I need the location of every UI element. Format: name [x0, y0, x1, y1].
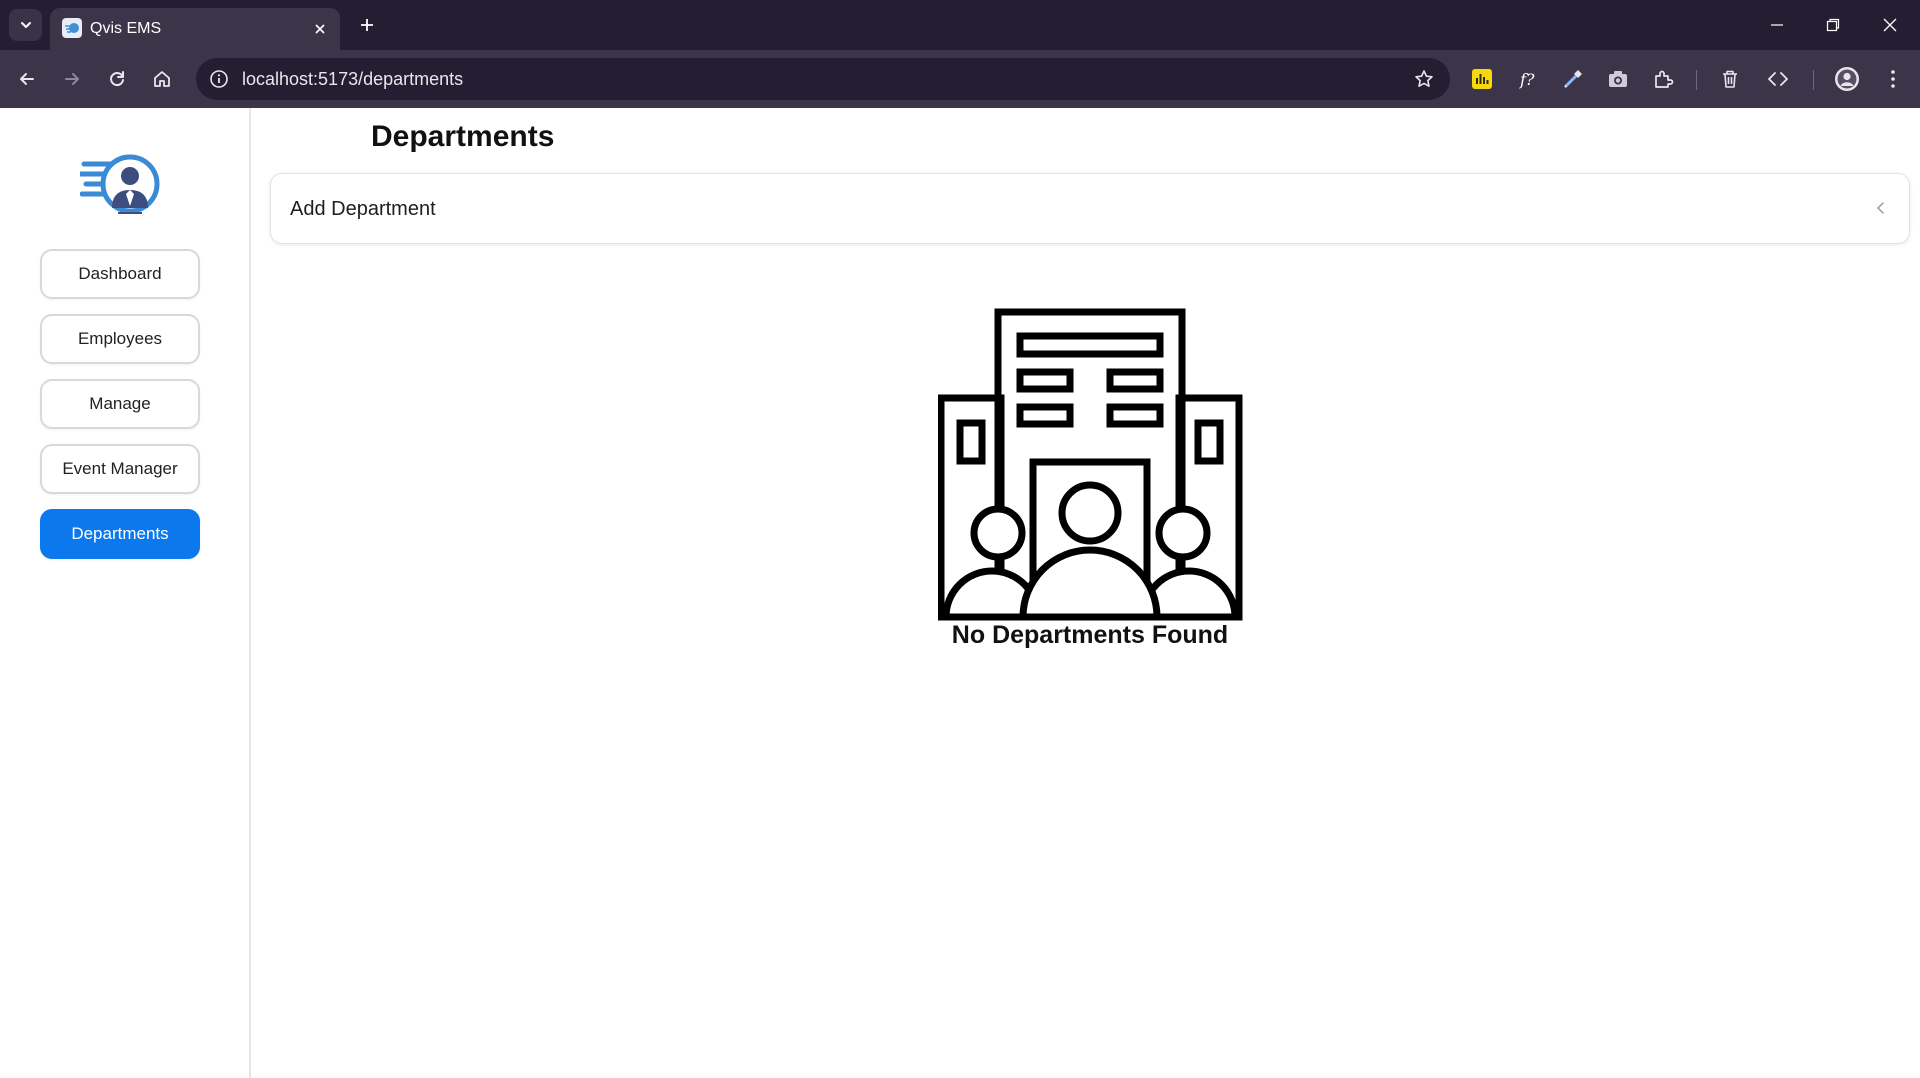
sidebar: Dashboard Employees Manage Event Manager…	[0, 108, 251, 1078]
app-favicon-icon	[62, 18, 82, 38]
chevron-down-icon	[20, 22, 31, 28]
tab-close-icon[interactable]	[308, 17, 332, 41]
profile-avatar-icon[interactable]	[1832, 64, 1862, 94]
ems-logo-icon[interactable]	[77, 150, 164, 220]
home-button[interactable]	[145, 62, 179, 96]
reload-button[interactable]	[100, 62, 134, 96]
sidebar-item-employees[interactable]: Employees	[40, 314, 200, 364]
tab-search-button[interactable]	[9, 9, 42, 41]
toolbar-divider	[1696, 70, 1697, 90]
restore-icon	[1826, 18, 1840, 32]
browser-tabstrip: Qvis EMS	[0, 0, 1920, 50]
arrow-right-icon	[65, 73, 79, 85]
analytics-extension-icon[interactable]	[1467, 64, 1497, 94]
color-picker-icon[interactable]	[1558, 64, 1588, 94]
new-tab-button[interactable]	[352, 10, 382, 40]
sidebar-item-event-manager[interactable]: Event Manager	[40, 444, 200, 494]
arrow-left-icon	[20, 73, 34, 85]
site-info-icon[interactable]	[206, 66, 232, 92]
sidebar-item-dashboard[interactable]: Dashboard	[40, 249, 200, 299]
chevron-left-icon[interactable]	[1871, 198, 1891, 218]
browser-tab-active[interactable]: Qvis EMS	[50, 8, 340, 50]
font-extension-icon[interactable]: f?	[1513, 64, 1543, 94]
reload-icon	[110, 71, 124, 87]
address-bar[interactable]: localhost:5173/departments	[196, 58, 1450, 100]
home-icon	[154, 71, 170, 87]
sidebar-item-departments[interactable]: Departments	[40, 509, 200, 559]
extensions-puzzle-icon[interactable]	[1648, 64, 1678, 94]
camera-icon[interactable]	[1603, 64, 1633, 94]
close-window-button[interactable]	[1862, 0, 1918, 50]
more-menu-icon[interactable]	[1878, 64, 1908, 94]
minimize-button[interactable]	[1749, 0, 1805, 50]
browser-toolbar: localhost:5173/departments f?	[0, 50, 1920, 108]
code-icon[interactable]	[1763, 64, 1793, 94]
building-people-icon	[937, 308, 1243, 621]
bookmark-star-icon[interactable]	[1412, 67, 1436, 91]
minimize-icon	[1771, 24, 1783, 26]
page-title: Departments	[371, 120, 555, 153]
url-text[interactable]: localhost:5173/departments	[242, 69, 463, 90]
empty-state-message: No Departments Found	[951, 621, 1229, 649]
back-button[interactable]	[10, 62, 44, 96]
close-icon	[1883, 18, 1897, 32]
add-department-panel[interactable]: Add Department	[270, 173, 1910, 244]
app-root: Dashboard Employees Manage Event Manager…	[0, 108, 1920, 1078]
plus-icon	[361, 19, 373, 31]
add-department-label: Add Department	[290, 198, 436, 220]
sidebar-item-manage[interactable]: Manage	[40, 379, 200, 429]
trash-icon[interactable]	[1715, 64, 1745, 94]
restore-button[interactable]	[1805, 0, 1861, 50]
toolbar-divider	[1813, 70, 1814, 90]
forward-button[interactable]	[55, 62, 89, 96]
svg-text:f?: f?	[1519, 70, 1535, 89]
tab-title: Qvis EMS	[90, 20, 162, 37]
